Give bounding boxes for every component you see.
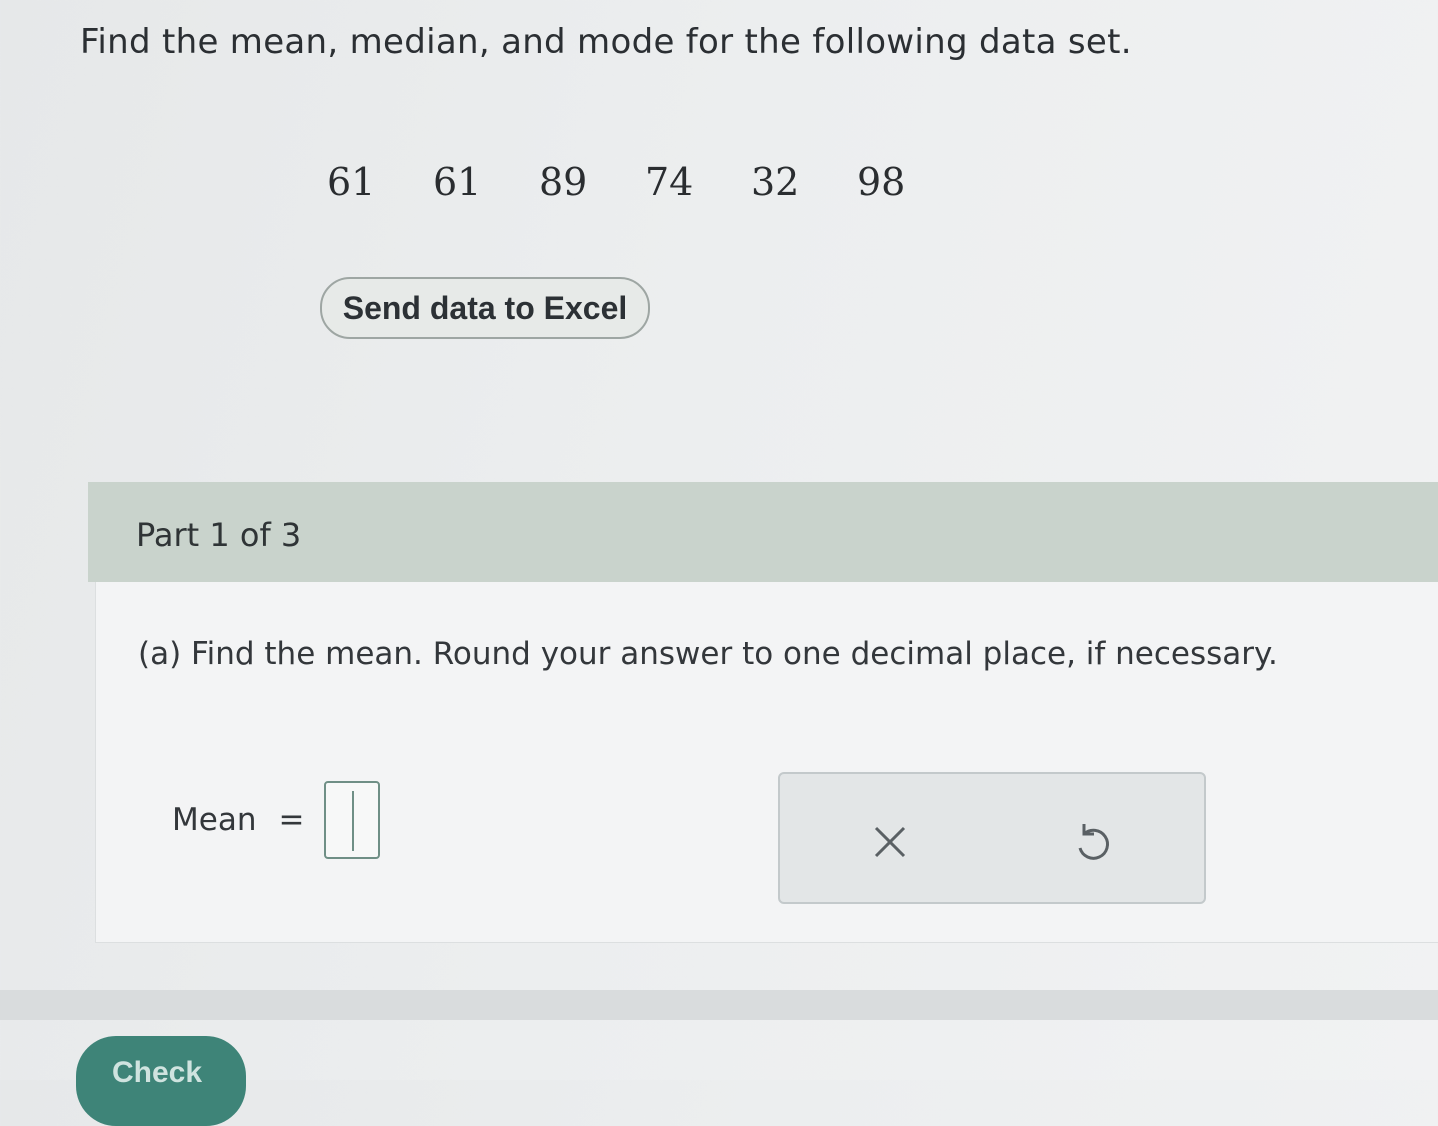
data-set: 61 61 89 74 32 98 — [327, 160, 963, 204]
data-value: 32 — [751, 160, 800, 204]
answer-row: Mean = — [172, 780, 381, 860]
data-value: 74 — [645, 160, 694, 204]
data-value: 89 — [539, 160, 588, 204]
text-cursor — [352, 791, 355, 851]
footer-divider — [0, 990, 1438, 1020]
undo-icon — [1078, 824, 1109, 860]
check-button[interactable]: Check — [76, 1036, 246, 1126]
undo-button[interactable] — [1062, 812, 1122, 872]
clear-button[interactable] — [860, 812, 920, 872]
close-icon — [874, 826, 906, 858]
equals-sign: = — [278, 802, 305, 838]
data-value: 61 — [433, 160, 482, 204]
mean-label: Mean — [172, 802, 257, 838]
send-to-excel-button[interactable]: Send data to Excel — [320, 277, 650, 339]
data-value: 61 — [327, 160, 376, 204]
part-label: Part 1 of 3 — [136, 516, 302, 554]
mean-input[interactable] — [324, 781, 381, 859]
answer-tools-panel — [778, 772, 1206, 904]
data-value: 98 — [857, 160, 906, 204]
part-header: Part 1 of 3 — [88, 482, 1438, 582]
instruction-text: (a) Find the mean. Round your answer to … — [138, 636, 1278, 672]
question-text: Find the mean, median, and mode for the … — [80, 22, 1132, 62]
